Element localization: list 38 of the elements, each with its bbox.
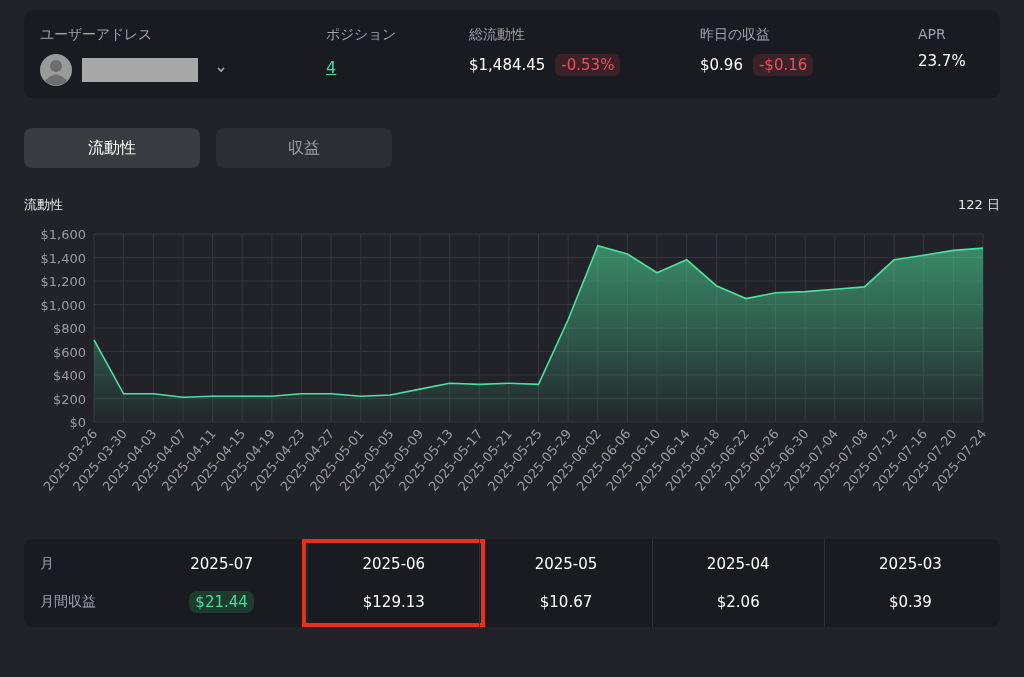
change-badge: -$0.16: [752, 54, 814, 76]
chart-title: 流動性: [24, 196, 63, 214]
earnings-value: $10.67: [539, 593, 593, 611]
yesterday-earnings-value: $0.96: [700, 56, 743, 74]
position-label: ポジション: [326, 26, 397, 44]
earnings-badge: $21.44: [189, 591, 254, 613]
month: 2025-04: [706, 555, 770, 573]
month: 2025-06: [362, 555, 426, 573]
avatar-icon: [40, 54, 72, 86]
y-axis-label: $1,000: [40, 297, 86, 313]
liquidity-label: 総流動性: [469, 26, 526, 44]
month: 2025-07: [190, 555, 253, 573]
day-range: 122 日: [958, 196, 1000, 214]
month-label: 月: [40, 555, 55, 573]
y-axis-label: $1,600: [40, 227, 86, 242]
y-axis-label: $0: [69, 415, 86, 430]
address-label: ユーザーアドレス: [40, 26, 153, 44]
earnings-value: $129.13: [362, 593, 425, 611]
month: 2025-03: [879, 555, 942, 573]
y-axis-label: $400: [52, 368, 86, 383]
monthly-earnings-label: 月間収益: [40, 593, 97, 611]
change-badge: -0.53%: [555, 54, 621, 76]
tab[interactable]: 収益: [216, 128, 392, 168]
y-axis-label: $1,200: [40, 274, 86, 289]
tab[interactable]: 流動性: [24, 128, 200, 168]
earnings-value: $0.39: [888, 593, 932, 611]
y-axis-label: $1,400: [40, 250, 86, 266]
chevron-down-icon[interactable]: [216, 66, 226, 74]
y-axis-label: $200: [52, 391, 86, 407]
apr-value: 23.7%: [918, 52, 966, 70]
liquidity-value: $1,484.45: [469, 56, 546, 74]
y-axis-label: $800: [52, 321, 86, 336]
yesterday-earnings-label: 昨日の収益: [700, 26, 771, 44]
earnings-value: $2.06: [716, 593, 760, 611]
position-count-link[interactable]: 4: [326, 58, 469, 77]
month: 2025-05: [534, 555, 598, 573]
y-axis-label: $600: [52, 344, 86, 360]
apr-label: APR: [918, 26, 947, 42]
